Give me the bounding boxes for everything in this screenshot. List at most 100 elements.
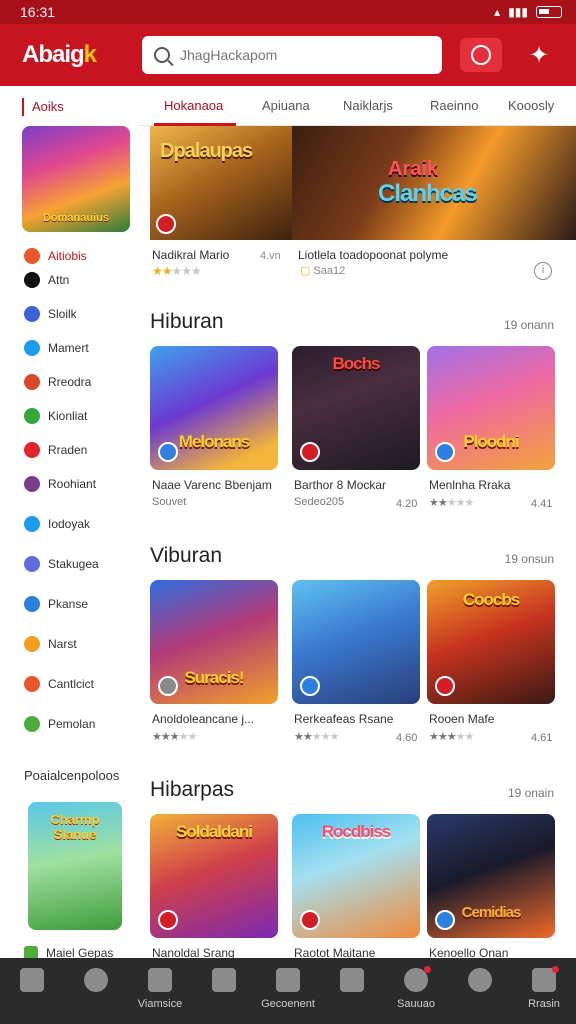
platform-badge-icon [158, 442, 178, 462]
tab-2[interactable]: Apiuana [262, 98, 310, 113]
sidebar-item-label: Mamert [48, 341, 89, 355]
banner-left-art[interactable]: Dpalaupas [150, 126, 292, 240]
star-rating: ★★★★★ [429, 497, 474, 509]
sidebar-item[interactable]: Kionliat [24, 408, 87, 424]
game-card-rating-value: 4.60 [396, 732, 418, 744]
game-card-title[interactable]: Raotot Maitane [294, 946, 424, 958]
sidebar-item-label: Aitiobis [48, 249, 87, 263]
banner-left-value: 4.vn [260, 250, 281, 262]
tag-icon [24, 272, 40, 288]
sidebar-item[interactable]: Rreodra [24, 374, 91, 390]
banner-right-art[interactable]: Araik Clanhcas [292, 126, 576, 240]
chat-icon [340, 968, 364, 992]
nav-item[interactable] [64, 958, 128, 1024]
flower-icon [24, 374, 40, 390]
game-card-title[interactable]: Menlnha Rraka [429, 478, 559, 492]
game-card-title[interactable]: Kenoello Onan [429, 946, 559, 958]
avatar-icon [24, 476, 40, 492]
camera-icon [276, 968, 300, 992]
battery-icon [536, 6, 562, 18]
game-card-art[interactable]: Soldaldani [150, 814, 278, 938]
nav-item[interactable] [448, 958, 512, 1024]
star-rating: ★★★★★ [152, 264, 202, 278]
game-card-title[interactable]: Rerkeafeas Rsane [294, 712, 424, 726]
sidebar-item[interactable]: Narst [24, 636, 77, 652]
featured-banner[interactable]: Dpalaupas Araik Clanhcas [150, 126, 576, 240]
nav-item-label: Gecoenent [261, 998, 315, 1010]
status-bar: 16:31 ▴ ▮▮▮ [0, 0, 576, 24]
nav-item[interactable]: Gecoenent [256, 958, 320, 1024]
sidebar-item[interactable]: Roohiant [24, 476, 96, 492]
banner-right-title-bottom: Clanhcas [378, 180, 478, 207]
section-see-more-link[interactable]: 19 onann [504, 318, 554, 332]
sidebar-item[interactable]: Pemolan [24, 716, 95, 732]
sidebar-item-label: Attn [48, 273, 70, 287]
game-card-title[interactable]: Naae Varenc Bbenjam [152, 478, 282, 492]
platform-badge-icon [300, 676, 320, 696]
tab-3[interactable]: Naiklarjs [343, 98, 393, 113]
sidebar-item[interactable]: Iodoyak [24, 516, 90, 532]
sidebar-item-label: Cantlcict [48, 677, 95, 691]
notifications-button[interactable] [460, 38, 502, 72]
nav-item[interactable]: Viamsice [128, 958, 192, 1024]
square-icon [24, 596, 40, 612]
nav-item[interactable] [0, 958, 64, 1024]
compass-icon [404, 966, 431, 992]
game-card-title[interactable]: Rooen Mafe [429, 712, 559, 726]
search-input[interactable] [180, 47, 420, 63]
game-card-art[interactable]: Bochs [292, 346, 420, 470]
sidebar-item[interactable]: Rraden [24, 442, 87, 458]
tab-1[interactable]: Hokanaoa [164, 98, 223, 113]
section-see-more-link[interactable]: 19 onain [508, 786, 554, 800]
section-see-more-link[interactable]: 19 onsun [505, 552, 554, 566]
game-card-art[interactable]: Melonans [150, 346, 278, 470]
game-card-title[interactable]: Barthor 8 Mockar [294, 478, 424, 492]
game-card-art[interactable]: Ploodni [427, 346, 555, 470]
grid-icon [24, 248, 40, 264]
sidebar-item[interactable]: Mamert [24, 340, 89, 356]
sparkle-button[interactable]: ✦ [524, 40, 554, 70]
tab-4[interactable]: Raeinno [430, 98, 478, 113]
status-time: 16:31 [20, 4, 56, 20]
sidebar-item[interactable]: Aitiobis [24, 248, 87, 264]
sparkle-icon: ✦ [528, 41, 550, 69]
banner-left-rating: ★★★★★ [152, 264, 202, 278]
sidebar-item-label: Rreodra [48, 375, 92, 389]
status-icons: ▴ ▮▮▮ [494, 5, 562, 19]
game-card-title[interactable]: Anoldoleancane j... [152, 712, 282, 726]
nav-item[interactable] [192, 958, 256, 1024]
sidebar-item[interactable]: Sloilk [24, 306, 77, 322]
banner-right-sub-text: Saa12 [313, 265, 346, 277]
sidebar-item[interactable]: Cantlcict [24, 676, 94, 692]
sidebar-feature-title: Domanauius [42, 212, 109, 224]
search-bar[interactable] [142, 36, 442, 74]
sidebar-item[interactable]: Stakugea [24, 556, 99, 572]
platform-badge-icon [435, 442, 455, 462]
category-tabs: Hokanaoa Apiuana Naiklarjs Raeinno Kooos… [138, 86, 576, 126]
home-icon [20, 968, 44, 992]
circle-icon [24, 556, 40, 572]
game-card-art[interactable]: Suracis! [150, 580, 278, 704]
game-card-art[interactable]: Coocbs [427, 580, 555, 704]
logo-accent: k [83, 41, 97, 68]
sidebar-feature-card[interactable]: Domanauius [22, 126, 130, 232]
nav-item[interactable]: Rrasin [512, 958, 576, 1024]
game-badge-icon [156, 214, 176, 234]
store-icon [212, 968, 236, 992]
game-card-title[interactable]: Nanoldal Srang [152, 946, 282, 958]
nav-item-label: Sauuao [397, 998, 435, 1010]
game-card-art[interactable]: Cemidias [427, 814, 555, 938]
sidebar-item[interactable]: Pkanse [24, 596, 88, 612]
nav-item[interactable] [320, 958, 384, 1024]
game-card-art-title: Coocbs [462, 590, 520, 609]
game-card-art[interactable] [292, 580, 420, 704]
game-card-art[interactable]: Rocdbiss [292, 814, 420, 938]
sidebar-promo-card[interactable]: Charmp Slanue [28, 802, 122, 930]
sidebar-item[interactable]: Attn [24, 272, 69, 288]
sidebar-item-label: Iodoyak [48, 517, 91, 531]
info-icon[interactable]: i [534, 262, 552, 280]
section-title: Hibarpas [150, 778, 235, 801]
app-logo[interactable]: Abaigk [22, 41, 140, 69]
nav-item[interactable]: Sauuao [384, 958, 448, 1024]
tab-5[interactable]: Kooosly [508, 98, 554, 113]
